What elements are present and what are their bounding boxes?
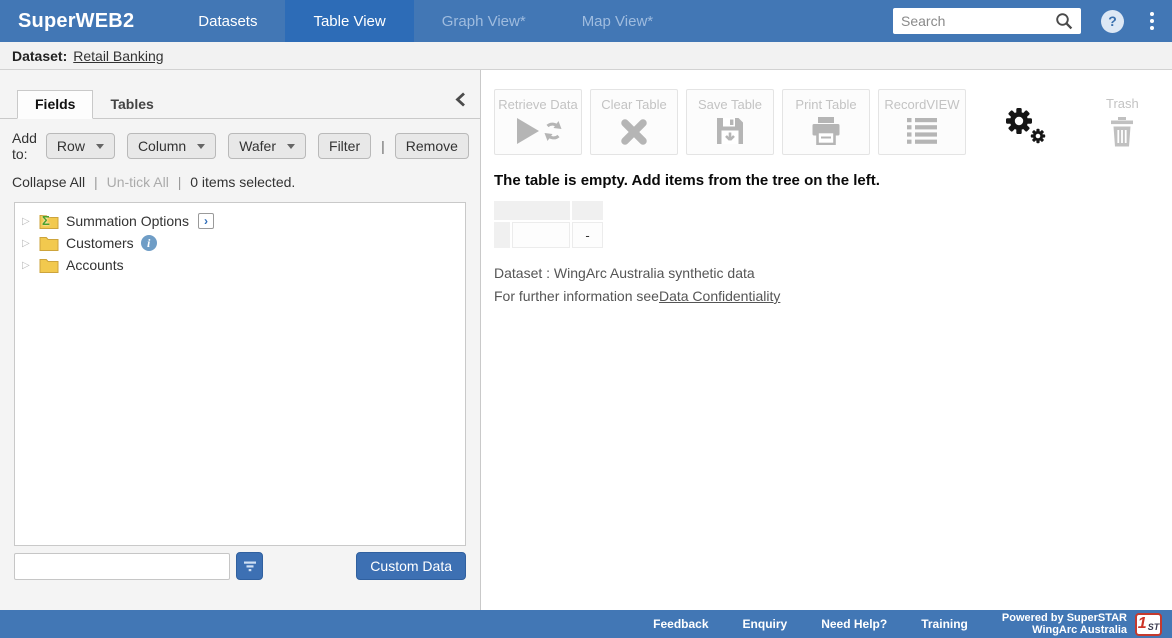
table-toolbar: Retrieve Data Clear Table: [494, 70, 1172, 155]
empty-table-message: The table is empty. Add items from the t…: [494, 172, 1172, 189]
info-line: For further information seeData Confiden…: [494, 288, 1172, 304]
table-options-button[interactable]: [1004, 106, 1048, 149]
nav-tab-table-view[interactable]: Table View: [285, 0, 413, 42]
drill-arrow-button[interactable]: ›: [198, 213, 214, 229]
chevron-right-icon: ›: [204, 215, 208, 228]
footer-link-feedback[interactable]: Feedback: [653, 617, 708, 631]
chevron-down-icon: [287, 144, 295, 149]
main-area: Fields Tables Add to: Row Column: [0, 70, 1172, 610]
retrieve-data-button[interactable]: Retrieve Data: [494, 89, 582, 155]
table-header-cell: [494, 201, 570, 220]
column-dropdown[interactable]: Column: [127, 133, 216, 159]
dataset-link[interactable]: Retail Banking: [73, 48, 163, 64]
info-icon[interactable]: i: [141, 235, 157, 251]
wafer-dropdown[interactable]: Wafer: [228, 133, 306, 159]
footer-link-need-help[interactable]: Need Help?: [821, 617, 887, 631]
remove-button[interactable]: Remove: [395, 133, 469, 159]
navbar-right: ?: [893, 0, 1172, 42]
summation-folder-icon: Σ: [39, 213, 59, 229]
search-box[interactable]: [893, 8, 1081, 34]
search-icon[interactable]: [1055, 12, 1073, 30]
footer-link-training[interactable]: Training: [921, 617, 968, 631]
row-dropdown[interactable]: Row: [46, 133, 115, 159]
separator: |: [381, 138, 385, 154]
chevron-down-icon: [96, 144, 104, 149]
field-tree: ▷ Σ Summation Options › ▷: [14, 202, 466, 546]
folder-icon: [39, 235, 59, 251]
filter-icon: [243, 560, 257, 572]
tree-item-label[interactable]: Customers: [66, 235, 134, 251]
trash-icon: [1110, 117, 1134, 150]
trash-button[interactable]: Trash: [1106, 89, 1139, 150]
dataset-label: Dataset:: [12, 48, 67, 64]
add-to-row: Add to: Row Column Wafer Filter | Remove: [0, 119, 480, 168]
table-header-cell: [572, 201, 603, 220]
caret-right-icon[interactable]: ▷: [22, 238, 32, 249]
empty-table: -: [494, 201, 1172, 248]
play-refresh-icon: [514, 117, 562, 148]
collapse-all-link[interactable]: Collapse All: [12, 174, 85, 190]
chevron-down-icon: [197, 144, 205, 149]
tree-item-summation-options[interactable]: ▷ Σ Summation Options ›: [20, 210, 460, 232]
table-row-header-cell: [494, 222, 510, 248]
recordview-button[interactable]: RecordVIEW: [878, 89, 966, 155]
superstar-logo: 1ST: [1135, 613, 1162, 636]
nav-tab-graph-view[interactable]: Graph View*: [414, 0, 554, 42]
clear-table-button[interactable]: Clear Table: [590, 89, 678, 155]
caret-right-icon[interactable]: ▷: [22, 260, 32, 271]
tree-item-label[interactable]: Accounts: [66, 257, 124, 273]
powered-by-text: Powered by SuperSTAR WingArc Australia: [1002, 612, 1127, 636]
dataset-bar: Dataset: Retail Banking: [0, 42, 1172, 70]
caret-right-icon[interactable]: ▷: [22, 216, 32, 227]
tree-actions-row: Collapse All | Un-tick All | 0 items sel…: [0, 168, 480, 190]
add-to-label: Add to:: [12, 130, 37, 162]
untick-all-link[interactable]: Un-tick All: [107, 174, 169, 190]
filter-button[interactable]: Filter: [318, 133, 371, 159]
nav-tab-map-view[interactable]: Map View*: [554, 0, 681, 42]
clear-x-icon: [619, 117, 649, 150]
table-cell: [512, 222, 570, 248]
custom-data-button[interactable]: Custom Data: [356, 552, 466, 580]
items-selected-text: 0 items selected.: [190, 174, 295, 190]
tab-fields[interactable]: Fields: [17, 90, 93, 119]
navbar: SuperWEB2 Datasets Table View Graph View…: [0, 0, 1172, 42]
data-confidentiality-link[interactable]: Data Confidentiality: [659, 288, 780, 304]
tree-filter-button[interactable]: [236, 552, 263, 580]
save-floppy-icon: [716, 117, 744, 148]
dataset-note: Dataset : WingArc Australia synthetic da…: [494, 265, 1172, 281]
tree-item-customers[interactable]: ▷ Customers i: [20, 232, 460, 254]
brand-logo: SuperWEB2: [0, 0, 152, 42]
collapse-panel-button[interactable]: [455, 92, 466, 112]
folder-icon: [39, 257, 59, 273]
superweb2-app: SuperWEB2 Datasets Table View Graph View…: [0, 0, 1172, 638]
save-table-button[interactable]: Save Table: [686, 89, 774, 155]
left-tab-strip: Fields Tables: [0, 90, 480, 119]
footer: Feedback Enquiry Need Help? Training Pow…: [0, 610, 1172, 638]
tab-tables[interactable]: Tables: [93, 91, 170, 118]
nav-tab-datasets[interactable]: Datasets: [170, 0, 285, 42]
question-icon: ?: [1108, 13, 1117, 29]
record-list-icon: [906, 117, 938, 148]
left-panel: Fields Tables Add to: Row Column: [0, 70, 481, 610]
table-cell-dash: -: [572, 222, 603, 248]
printer-icon: [811, 117, 841, 148]
table-view-panel: Retrieve Data Clear Table: [481, 70, 1172, 610]
tree-filter-row: Custom Data: [14, 552, 466, 580]
tree-filter-input[interactable]: [14, 553, 230, 580]
chevron-left-icon: [455, 92, 466, 107]
help-button[interactable]: ?: [1101, 10, 1124, 33]
footer-link-enquiry[interactable]: Enquiry: [743, 617, 788, 631]
overflow-menu-icon[interactable]: [1146, 8, 1158, 34]
sigma-icon: Σ: [42, 214, 50, 227]
tree-item-accounts[interactable]: ▷ Accounts: [20, 254, 460, 276]
search-input[interactable]: [901, 13, 1055, 29]
info-prefix: For further information see: [494, 288, 659, 304]
gears-icon: [1004, 106, 1048, 144]
print-table-button[interactable]: Print Table: [782, 89, 870, 155]
tree-item-label[interactable]: Summation Options: [66, 213, 189, 229]
